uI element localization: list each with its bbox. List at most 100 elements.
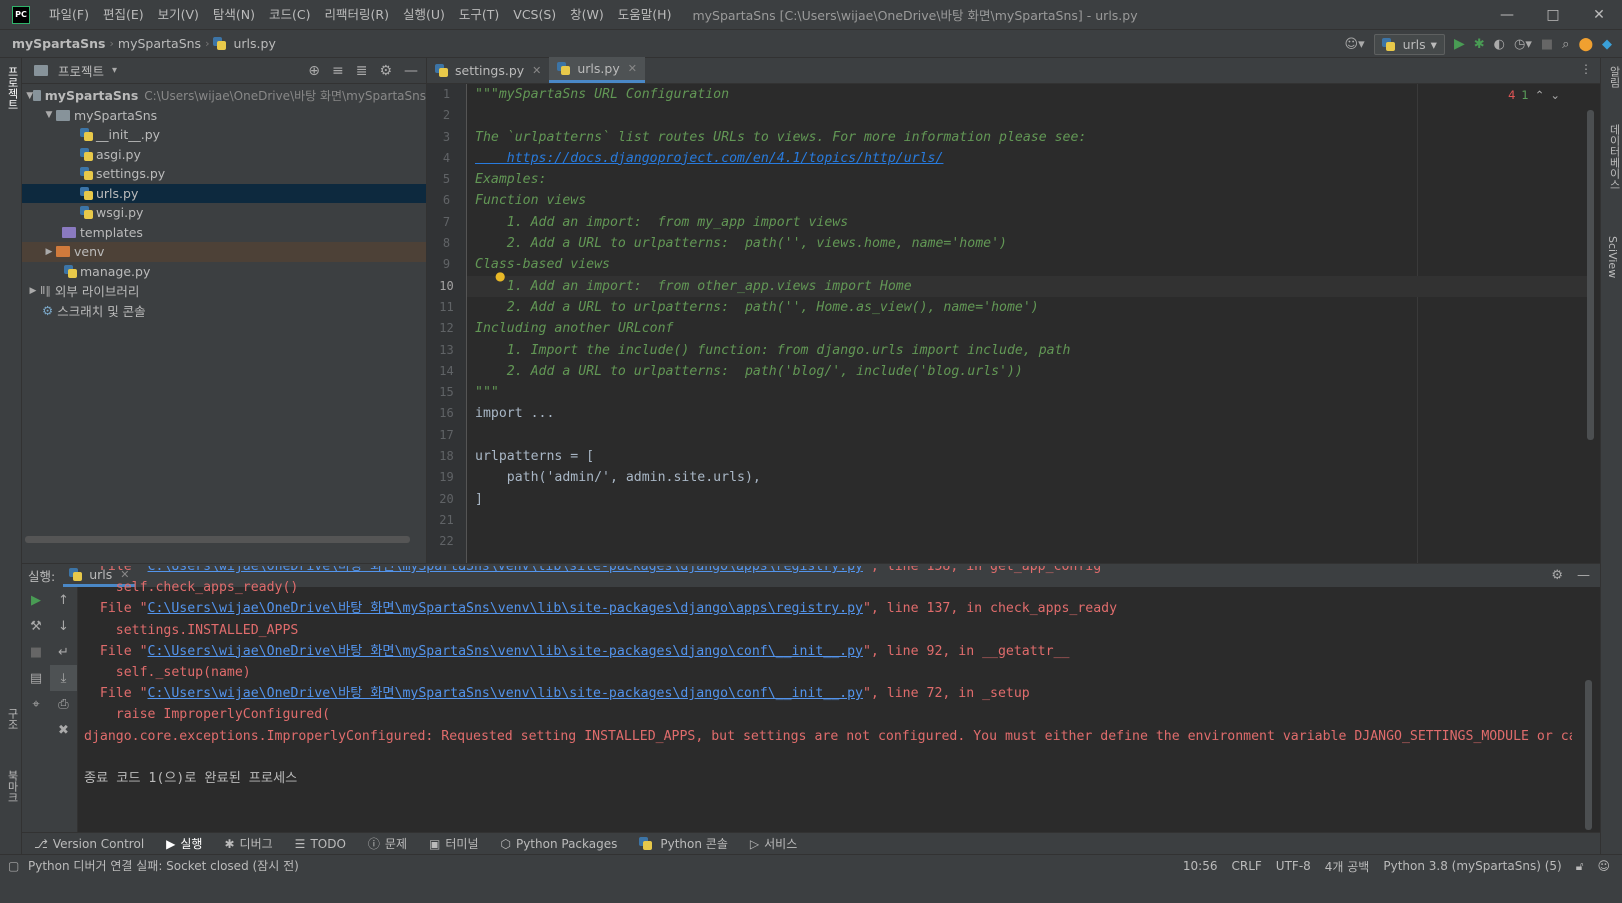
search-icon[interactable]: ⌕ (1562, 37, 1569, 52)
database-tool-tab[interactable]: 데이터베이스 (1606, 124, 1622, 190)
code-line[interactable]: urlpatterns = [ (467, 446, 1587, 467)
notification-icon[interactable]: ☺ (1597, 859, 1610, 873)
menu-edit[interactable]: 편집(E) (96, 0, 151, 30)
code-line[interactable]: 2. Add a URL to urlpatterns: path('', vi… (467, 233, 1587, 254)
project-tool-tab[interactable]: 프로젝트 (4, 66, 20, 110)
more-vertical-icon[interactable]: ⋮ (1580, 62, 1592, 76)
bookmarks-tool-tab[interactable]: 북마크 (4, 770, 20, 803)
collapse-all-icon[interactable]: ≣ (356, 63, 368, 79)
trash-icon[interactable]: ✖ (50, 717, 77, 743)
hide-icon[interactable]: — (404, 63, 418, 79)
run-icon[interactable]: ▶ (1454, 36, 1465, 52)
file-link[interactable]: C:\Users\wijae\OneDrive\바탕 화면\mySpartaSn… (148, 601, 863, 616)
structure-tool-tab[interactable]: 구조 (4, 708, 20, 730)
tool-tab-terminal[interactable]: ▣ 터미널 (429, 835, 478, 852)
rerun-icon[interactable]: ▶ (22, 587, 50, 613)
soft-wrap-icon[interactable]: ↵ (50, 639, 77, 665)
tool-tab-debug[interactable]: ✱ 디버그 (224, 835, 272, 852)
inspection-widget[interactable]: 4 1 ⌃ ⌄ (1508, 88, 1560, 102)
debug-icon[interactable]: ✱ (1474, 37, 1485, 52)
code-editor[interactable]: """mySpartaSns URL Configuration The `ur… (467, 84, 1587, 563)
run-config-selector[interactable]: urls ▾ (1373, 33, 1445, 55)
tree-item-wsgi[interactable]: wsgi.py (22, 203, 426, 223)
tree-item-package[interactable]: ▼ mySpartaSns (22, 106, 426, 126)
menu-navigate[interactable]: 탐색(N) (206, 0, 262, 30)
status-message[interactable]: Python 디버거 연결 실패: Socket closed (잠시 전) (28, 857, 299, 874)
code-line[interactable]: Class-based views (467, 254, 1587, 275)
pin-icon[interactable]: ⌖ (22, 691, 50, 717)
tree-item-templates[interactable]: templates (22, 223, 426, 243)
code-line[interactable]: """mySpartaSns URL Configuration (467, 84, 1587, 105)
expand-all-icon[interactable]: ≡ (332, 63, 344, 79)
tool-tab-todo[interactable]: ☰ TODO (295, 837, 346, 851)
arrow-up-icon[interactable]: ↑ (50, 587, 77, 613)
coverage-icon[interactable]: ◐ (1494, 37, 1505, 52)
code-line[interactable]: ] (467, 489, 1587, 510)
code-line[interactable]: """ (467, 382, 1587, 403)
code-line[interactable] (467, 425, 1587, 446)
tab-urls-py[interactable]: urls.py ✕ (549, 57, 645, 83)
tree-item-root[interactable]: ▼ mySpartaSns C:\Users\wijae\OneDrive\바탕… (22, 86, 426, 106)
chevron-up-icon[interactable]: ⌃ (1535, 88, 1545, 102)
tool-tab-run[interactable]: ▶ 실행 (166, 835, 202, 852)
tree-item-urls[interactable]: urls.py (22, 183, 426, 203)
file-encoding[interactable]: UTF-8 (1276, 859, 1311, 873)
hide-icon[interactable]: — (1577, 568, 1590, 583)
user-icon[interactable]: ☺▾ (1345, 37, 1365, 52)
tool-tab-python-console[interactable]: Python 콘솔 (639, 835, 728, 852)
print-icon[interactable]: ⎙ (50, 691, 77, 717)
menu-run[interactable]: 실행(U) (396, 0, 452, 30)
menu-help[interactable]: 도움말(H) (611, 0, 679, 30)
lock-icon[interactable]: 🔓︎ (1576, 859, 1584, 874)
code-line[interactable]: 1. Import the include() function: from d… (467, 340, 1587, 361)
update-icon[interactable]: ⬤ (1578, 37, 1593, 52)
chevron-down-icon[interactable]: ▼ (42, 110, 56, 120)
menu-vcs[interactable]: VCS(S) (506, 0, 563, 30)
chevron-down-icon[interactable]: ▾ (112, 65, 117, 76)
tool-tab-python-packages[interactable]: ⬡ Python Packages (500, 837, 617, 851)
tree-item-settings[interactable]: settings.py (22, 164, 426, 184)
code-line[interactable]: Function views (467, 190, 1587, 211)
code-line[interactable]: Including another URLconf (467, 318, 1587, 339)
python-interpreter[interactable]: Python 3.8 (mySpartaSns) (5) (1383, 859, 1561, 873)
code-line[interactable]: 2. Add a URL to urlpatterns: path('', Ho… (467, 297, 1587, 318)
tool-tab-services[interactable]: ▷ 서비스 (750, 835, 797, 852)
maximize-icon[interactable]: □ (1530, 0, 1576, 30)
tree-item-venv[interactable]: ▶ venv (22, 242, 426, 262)
chevron-right-icon[interactable]: ▶ (42, 247, 56, 257)
file-link[interactable]: C:\Users\wijae\OneDrive\바탕 화면\mySpartaSn… (148, 644, 863, 659)
layout-icon[interactable]: ▤ (22, 665, 50, 691)
menu-refactor[interactable]: 리팩터링(R) (318, 0, 396, 30)
sciview-tool-tab[interactable]: SciView (1606, 236, 1619, 278)
breadcrumb-project[interactable]: mySpartaSns (8, 36, 109, 51)
tab-settings-py[interactable]: settings.py ✕ (427, 57, 549, 83)
tree-item-manage[interactable]: manage.py (22, 262, 426, 282)
file-link[interactable]: C:\Users\wijae\OneDrive\바탕 화면\mySpartaSn… (148, 686, 863, 701)
lightbulb-icon[interactable]: ● (495, 269, 507, 283)
breadcrumb-package[interactable]: mySpartaSns (114, 36, 205, 51)
menu-window[interactable]: 창(W) (563, 0, 611, 30)
code-line[interactable]: The `urlpatterns` list routes URLs to vi… (467, 127, 1587, 148)
console-output[interactable]: File "C:\Users\wijae\OneDrive\바탕 화면\mySp… (84, 566, 1572, 836)
arrow-down-icon[interactable]: ↓ (50, 613, 77, 639)
code-line[interactable]: 2. Add a URL to urlpatterns: path('blog/… (467, 361, 1587, 382)
chevron-down-icon[interactable]: ⌄ (1550, 88, 1560, 102)
profile-icon[interactable]: ◷▾ (1514, 37, 1532, 52)
tool-tab-version-control[interactable]: ⎇ Version Control (34, 837, 144, 851)
code-line[interactable] (467, 105, 1587, 126)
file-link[interactable]: C:\Users\wijae\OneDrive\바탕 화면\mySpartaSn… (148, 566, 863, 574)
stop-icon[interactable]: ■ (22, 639, 50, 665)
code-line[interactable] (467, 510, 1587, 531)
vertical-scrollbar[interactable] (1585, 680, 1592, 830)
caret-position[interactable]: 10:56 (1183, 859, 1218, 873)
menu-code[interactable]: 코드(C) (262, 0, 317, 30)
close-icon[interactable]: ✕ (628, 62, 637, 75)
tree-item-init[interactable]: __init__.py (22, 125, 426, 145)
tree-item-scratches[interactable]: ⚙ 스크래치 및 콘솔 (22, 301, 426, 321)
close-icon[interactable]: ✕ (532, 64, 541, 77)
horizontal-scrollbar[interactable] (25, 536, 410, 543)
locate-icon[interactable]: ⊕ (308, 63, 320, 79)
close-icon[interactable]: ✕ (1576, 0, 1622, 30)
breadcrumb-file[interactable]: urls.py (229, 36, 279, 51)
wrench-icon[interactable]: ⚒ (22, 613, 50, 639)
